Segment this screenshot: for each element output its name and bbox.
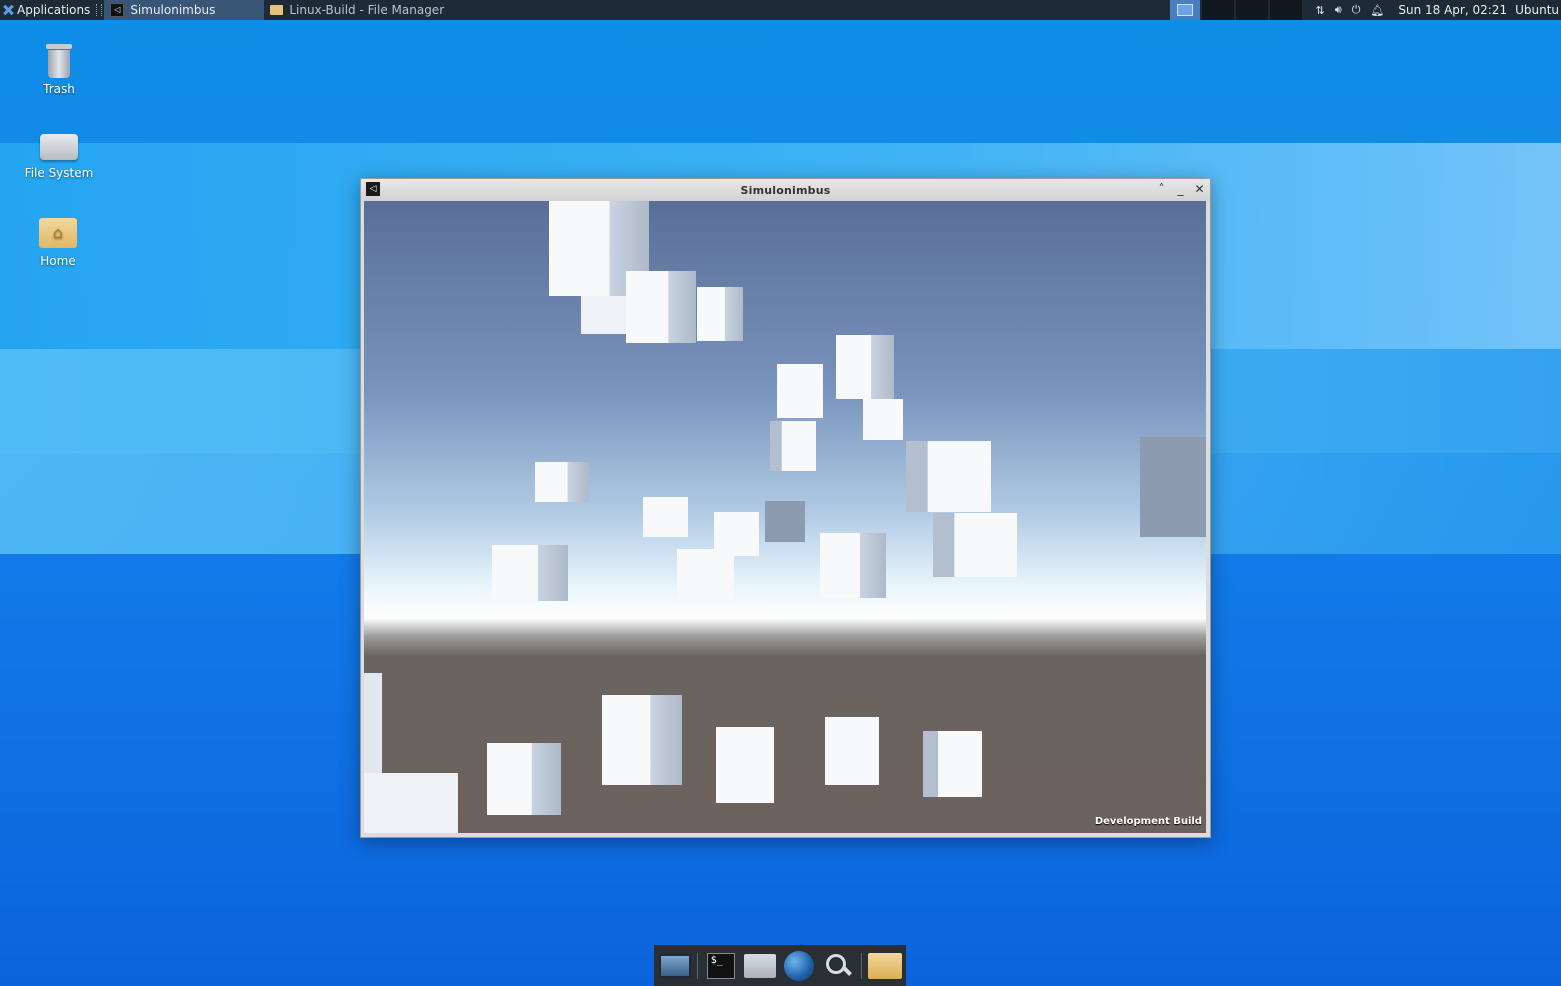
taskbar-item-label: Linux-Build - File Manager	[289, 3, 445, 17]
unity-app-icon[interactable]: ◁	[366, 182, 380, 196]
cube	[765, 501, 805, 542]
workspace-preview	[1176, 4, 1193, 16]
folder-button[interactable]	[868, 949, 903, 983]
network-icon[interactable]: ⇅	[1316, 4, 1325, 17]
unity-app-icon: ◁	[110, 3, 125, 17]
taskbar-item-file-manager[interactable]: Linux-Build - File Manager	[264, 0, 450, 20]
workspace-switcher-4[interactable]	[1269, 0, 1302, 20]
terminal-icon: $_	[706, 952, 735, 979]
cube	[923, 731, 982, 797]
file-manager-button[interactable]	[743, 949, 776, 983]
home-folder-icon	[39, 218, 77, 248]
close-button[interactable]: ✕	[1193, 181, 1206, 197]
cube	[863, 399, 903, 440]
desktop-icon-home[interactable]: Home	[18, 218, 98, 268]
cube	[716, 727, 774, 803]
applications-menu-button[interactable]: Applications	[0, 0, 94, 20]
power-icon[interactable]: ⏻	[1352, 3, 1361, 17]
taskbar-item-label: Simulonimbus	[130, 3, 216, 17]
file-manager-icon	[744, 953, 776, 978]
cube	[770, 421, 816, 471]
cube	[581, 296, 629, 334]
trash-icon	[46, 44, 72, 78]
minimize-button[interactable]: _	[1174, 181, 1187, 197]
notification-bell-icon[interactable]: 🔔︎	[1370, 4, 1384, 17]
workspace-switcher-1[interactable]	[1169, 0, 1200, 20]
show-desktop-icon	[658, 953, 691, 978]
terminal-button[interactable]: $_	[704, 949, 737, 983]
desktop-icon-label: File System	[24, 166, 94, 180]
cube	[777, 364, 823, 418]
desktop-icon-file-system[interactable]: File System	[19, 130, 99, 180]
cube	[602, 695, 682, 785]
top-panel: Applications ◁ Simulonimbus Linux-Build …	[0, 0, 1561, 20]
taskbar-item-simulonimbus[interactable]: ◁ Simulonimbus	[104, 0, 265, 20]
cube	[1140, 437, 1206, 537]
cube	[364, 773, 458, 833]
volume-icon[interactable]: 🔊︎	[1335, 3, 1342, 17]
app-finder-button[interactable]	[822, 949, 855, 983]
app-finder-icon	[825, 953, 851, 979]
desktop-icon-label: Trash	[43, 82, 75, 96]
cube	[906, 441, 991, 512]
dock-separator	[697, 952, 699, 979]
simulonimbus-window: ◁ Simulonimbus ˄ _ ✕ Development Build	[360, 178, 1211, 838]
cube	[820, 533, 886, 598]
cube	[535, 462, 589, 502]
window-title: Simulonimbus	[740, 183, 831, 197]
dock-separator	[861, 952, 863, 979]
panel-grip-icon	[96, 4, 103, 16]
window-titlebar[interactable]: ◁ Simulonimbus ˄ _ ✕	[361, 179, 1210, 201]
game-viewport[interactable]: Development Build	[364, 201, 1206, 833]
cube	[677, 549, 734, 603]
xfce-logo-icon	[2, 4, 14, 16]
development-build-label: Development Build	[1094, 816, 1202, 827]
cube	[487, 743, 561, 815]
panel-clock[interactable]: Sun 18 Apr, 02:21	[1392, 3, 1515, 17]
cube	[626, 271, 696, 343]
cube	[643, 497, 688, 537]
cube	[364, 673, 382, 773]
folder-icon	[270, 5, 284, 15]
drive-icon	[40, 134, 78, 160]
web-browser-icon	[784, 950, 815, 981]
cube	[825, 717, 879, 785]
web-browser-button[interactable]	[783, 949, 816, 983]
maximize-button[interactable]: ˄	[1155, 181, 1168, 197]
applications-menu-label: Applications	[17, 3, 91, 17]
cube	[836, 335, 894, 399]
desktop-icon-trash[interactable]: Trash	[19, 44, 99, 96]
show-desktop-button[interactable]	[658, 949, 691, 983]
workspace-switcher-3[interactable]	[1235, 0, 1268, 20]
system-tray: ⇅ 🔊︎ ⏻ 🔔︎	[1302, 3, 1393, 17]
user-menu[interactable]: Ubuntu	[1515, 3, 1561, 17]
cube	[933, 513, 1017, 577]
desktop-icon-label: Home	[40, 254, 76, 268]
folder-icon	[868, 952, 903, 979]
cube	[492, 545, 568, 601]
bottom-dock: $_	[654, 945, 906, 986]
cube	[697, 287, 743, 341]
workspace-switcher-2[interactable]	[1201, 0, 1234, 20]
